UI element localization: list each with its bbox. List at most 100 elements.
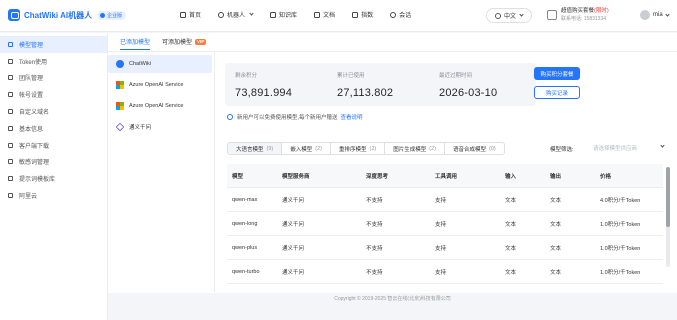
scrollbar-thumb[interactable] (666, 167, 670, 227)
table-row[interactable]: qwen-max 通义千问 不支持 支持 文本 文本 4.0积分/千Token (227, 188, 663, 212)
tab-label: 嵌入模型 (290, 146, 313, 153)
sidebar-item-domain[interactable]: 自定义域名 (0, 103, 107, 120)
chevron-down-icon (519, 12, 524, 17)
cell-price: 4.0积分/千Token (600, 197, 641, 204)
sidebar-item-account[interactable]: 帐号设置 (0, 86, 107, 103)
provider-item-azure[interactable]: Azure OpenAI Service (108, 76, 212, 94)
promo-banner[interactable]: 超值购买套餐(限时) 联系电话: 15831334 (547, 7, 609, 23)
filter-label: 模型筛选: (550, 147, 574, 153)
copyright-text: Copyright © 2019-2025 智云在线(北京)科技有限公司 (334, 296, 451, 302)
cell-input: 文本 (505, 245, 517, 252)
sidebar-item-basic-info[interactable]: 基本信息 (0, 120, 107, 137)
token-icon (8, 58, 13, 64)
notice-link[interactable]: 查看说明 (341, 113, 363, 121)
notice-text: 新用户可以免费使用模型,每个新用户赠送 (237, 115, 338, 121)
cell-price: 1.0积分/千Token (600, 221, 641, 228)
table-row[interactable]: qwen-long 通义千问 不支持 支持 文本 文本 1.0积分/千Token (227, 212, 663, 236)
provider-label: Azure OpenAI Service (129, 82, 184, 88)
nav-item-document[interactable]: 文档 (314, 10, 335, 19)
nav-item-library[interactable]: 知识库 (270, 10, 297, 19)
sidebar-item-sensitive-words[interactable]: 敏感词管理 (0, 154, 107, 171)
provider-label: Azure OpenAI Service (129, 103, 184, 109)
provider-item-azure-2[interactable]: Azure OpenAI Service (108, 97, 212, 115)
stat-label: 累计已使用 (337, 73, 365, 79)
nav-item-chat[interactable]: 会话 (390, 10, 411, 19)
chatwiki-logo-icon (8, 9, 20, 21)
provider-filter-select[interactable] (589, 142, 667, 155)
stat-card-used: 累计已使用 27,113.802 (327, 63, 434, 106)
chevron-down-icon (665, 11, 670, 17)
sidebar-item-token-usage[interactable]: Token使用 (0, 53, 107, 70)
library-icon (270, 11, 277, 18)
sidebar-item-label: 模型管理 (19, 42, 44, 49)
provider-label: 通义千问 (129, 125, 152, 131)
chatwiki-icon (116, 60, 124, 68)
purchase-records-button[interactable]: 购买记录 (534, 86, 580, 99)
cell-input: 文本 (505, 221, 517, 228)
sidebar-item-prompt-library[interactable]: 提示词模板库 (0, 170, 107, 187)
main-nav: 首页 机器人 知识库 文档 指数 会话 (180, 10, 428, 19)
tab-llm[interactable]: 大语言模型 (9) (228, 143, 283, 154)
divider (108, 51, 677, 52)
cell-model: qwen-max (232, 196, 258, 203)
stat-label: 剩余积分 (235, 73, 258, 79)
column-header: 价格 (600, 173, 612, 180)
table-header: 模型 模型服务商 深度思考 工具调用 输入 输出 价格 (227, 164, 663, 188)
tab-available-models[interactable]: 可添加模型 VIP (162, 37, 207, 49)
stat-value: 2026-03-10 (439, 87, 498, 99)
user-name: mia (653, 12, 663, 18)
tab-embedding[interactable]: 嵌入模型 (2) (282, 143, 331, 154)
language-selector[interactable]: 中文 (486, 8, 532, 23)
tab-label: 大语言模型 (236, 146, 264, 153)
nav-item-label: 首页 (189, 13, 202, 19)
cell-input: 文本 (505, 197, 517, 204)
domain-icon (8, 109, 13, 115)
tab-label: 已添加模型 (120, 39, 151, 46)
vip-badge: VIP (195, 38, 207, 45)
shield-icon (8, 159, 13, 165)
cell-model: qwen-long (232, 220, 258, 227)
tab-label: 可添加模型 (162, 40, 193, 46)
robot-icon (218, 11, 225, 18)
main-content: 已添加模型 可添加模型 VIP ChatWiki Azure OpenAI Se… (108, 33, 677, 320)
buy-package-button[interactable]: 购买积分套餐 (534, 67, 580, 80)
provider-item-tongyi[interactable]: 通义千问 (108, 118, 212, 136)
divider (214, 52, 215, 292)
sidebar-item-model-management[interactable]: 模型管理 (0, 36, 107, 53)
tab-tts[interactable]: 语音合成模型 (0) (445, 143, 504, 154)
nav-item-robot[interactable]: 机器人 (218, 10, 254, 19)
promo-text: 超值购买套餐 (561, 8, 595, 14)
sidebar: 模型管理 Token使用 团队管理 帐号设置 自定义域名 基本信息 客户端下载 … (0, 33, 108, 320)
column-header: 模型服务商 (282, 173, 310, 180)
nav-item-label: 知识库 (279, 13, 298, 19)
provider-item-chatwiki[interactable]: ChatWiki (108, 55, 212, 73)
model-tabs: 已添加模型 可添加模型 VIP (120, 36, 218, 50)
user-menu[interactable]: mia (640, 10, 670, 20)
tab-image-gen[interactable]: 图片生成模型 (2) (385, 143, 445, 154)
tab-added-models[interactable]: 已添加模型 (120, 37, 151, 50)
language-label: 中文 (503, 14, 516, 20)
cell-thinking: 不支持 (366, 197, 383, 204)
app-name: ChatWiki AI机器人 (24, 10, 93, 20)
top-bar: ChatWiki AI机器人 企业版 首页 机器人 知识库 文档 指数 会话 中… (0, 0, 677, 32)
cell-provider: 通义千问 (282, 269, 305, 276)
stat-card-remaining: 剩余积分 73,891.994 (225, 63, 332, 106)
sidebar-item-aliyun[interactable]: 阿里云 (0, 187, 107, 204)
notice-bar: 新用户可以免费使用模型,每个新用户赠送 查看说明 (227, 113, 363, 121)
nav-item-home[interactable]: 首页 (180, 10, 201, 19)
cell-price: 1.0积分/千Token (600, 245, 641, 252)
table-row[interactable]: qwen-turbo 通义千问 不支持 支持 文本 文本 1.0积分/千Toke… (227, 260, 663, 284)
cell-provider: 通义千问 (282, 197, 305, 204)
cell-output: 文本 (550, 269, 562, 276)
cell-tools: 支持 (435, 197, 447, 204)
promo-subtext: 联系电话: 15831334 (561, 16, 607, 22)
table-row[interactable]: qwen-plus 通义千问 不支持 支持 文本 文本 1.0积分/千Token (227, 236, 663, 260)
cloud-icon (8, 193, 13, 199)
info-icon (8, 125, 13, 131)
tab-rerank[interactable]: 重排序模型 (2) (331, 143, 386, 154)
nav-item-label: 机器人 (227, 13, 246, 19)
sidebar-item-team[interactable]: 团队管理 (0, 70, 107, 87)
app-logo[interactable]: ChatWiki AI机器人 企业版 (8, 9, 127, 21)
nav-item-index[interactable]: 指数 (352, 10, 373, 19)
sidebar-item-download[interactable]: 客户端下载 (0, 137, 107, 154)
